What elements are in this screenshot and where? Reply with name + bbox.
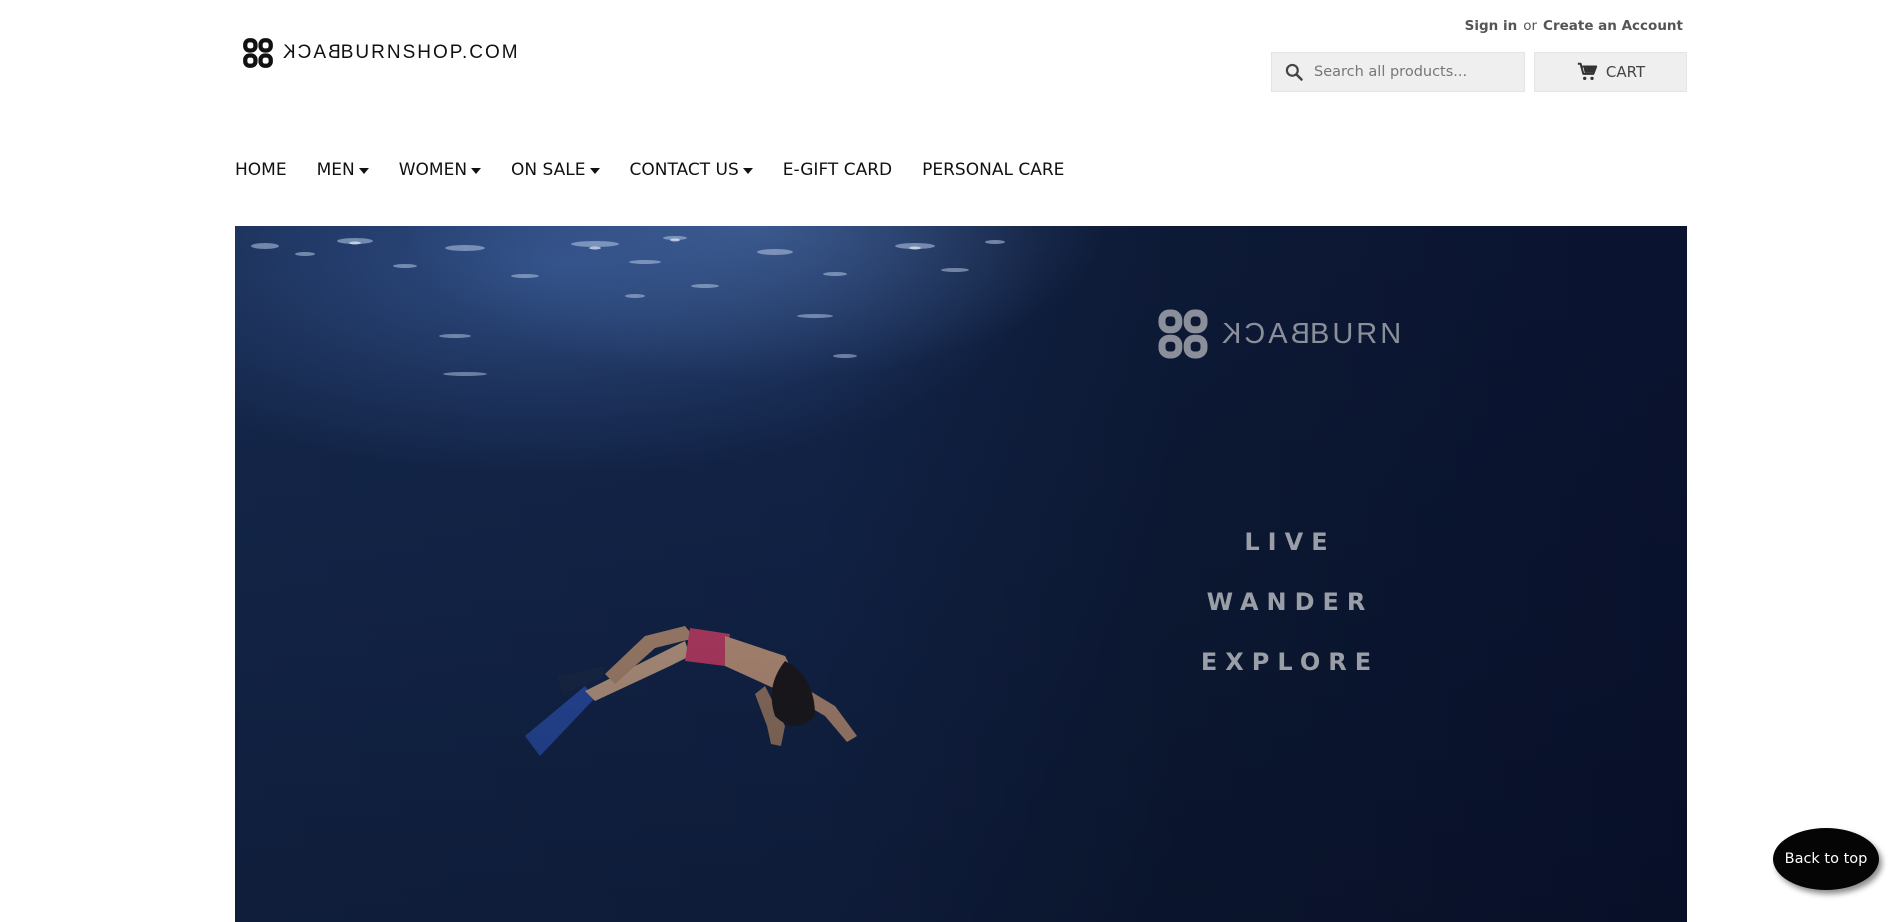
cart-button[interactable]: CART xyxy=(1534,52,1687,92)
caret-down-icon xyxy=(358,168,369,174)
logo-text-mirrored: BACK xyxy=(281,42,341,63)
logo-text-rest: BURNSHOP.COM xyxy=(340,42,520,63)
nav-item-men[interactable]: MEN xyxy=(317,160,369,180)
swimmer-illustration xyxy=(525,626,857,756)
hero-logo-text-mirrored: BACK xyxy=(1219,317,1310,350)
nav-item-label: WOMEN xyxy=(398,160,468,180)
caret-down-icon xyxy=(742,168,753,174)
water-surface-ripples xyxy=(251,236,1005,376)
hero-logo-text: BACKBURN xyxy=(1219,318,1404,351)
hero-logo: BACKBURN xyxy=(1155,306,1404,362)
logo-text: BACKBURNSHOP.COM xyxy=(281,42,520,64)
nav-item-label: PERSONAL CARE xyxy=(922,160,1065,180)
back-to-top-button[interactable]: Back to top xyxy=(1773,828,1879,890)
nav-item-women[interactable]: WOMEN xyxy=(398,160,482,180)
hero-tagline: LIVE WANDER EXPLORE xyxy=(1175,512,1405,692)
account-links: Sign in or Create an Account xyxy=(1465,18,1683,34)
or-text: or xyxy=(1523,18,1538,34)
nav-item-personal-care[interactable]: PERSONAL CARE xyxy=(922,160,1064,180)
sign-in-link[interactable]: Sign in xyxy=(1465,18,1518,34)
cart-label: CART xyxy=(1605,63,1646,81)
nav-item-home[interactable]: HOME xyxy=(235,160,287,180)
logo-mark-icon xyxy=(243,38,273,68)
tagline-line: LIVE xyxy=(1244,528,1336,556)
nav-item-e-gift-card[interactable]: E-GIFT CARD xyxy=(783,160,892,180)
search-input[interactable] xyxy=(1312,63,1516,81)
nav-item-label: CONTACT US xyxy=(629,160,739,180)
search-icon[interactable] xyxy=(1284,62,1304,82)
caret-down-icon xyxy=(589,168,600,174)
hero-banner[interactable]: BACKBURN LIVE WANDER EXPLORE xyxy=(235,226,1687,922)
caret-down-icon xyxy=(471,168,482,174)
tagline-line: WANDER xyxy=(1206,588,1374,616)
hero-logo-mark-icon xyxy=(1158,309,1208,359)
main-nav: HOME MEN WOMEN ON SALE CONTACT US E-GIFT… xyxy=(235,160,1094,180)
nav-item-label: HOME xyxy=(235,160,287,180)
site-logo[interactable]: BACKBURNSHOP.COM xyxy=(241,35,520,71)
search-box[interactable] xyxy=(1271,52,1525,92)
page: BACKBURNSHOP.COM Sign in or Create an Acco… xyxy=(0,0,1902,922)
nav-item-contact-us[interactable]: CONTACT US xyxy=(630,160,753,180)
nav-item-on-sale[interactable]: ON SALE xyxy=(511,160,600,180)
create-account-link[interactable]: Create an Account xyxy=(1543,18,1683,34)
tagline-line: EXPLORE xyxy=(1200,648,1380,676)
nav-item-label: MEN xyxy=(316,160,355,180)
hero-logo-text-rest: BURN xyxy=(1309,317,1405,350)
nav-item-label: ON SALE xyxy=(511,160,586,180)
nav-item-label: E-GIFT CARD xyxy=(782,160,893,180)
cart-icon xyxy=(1577,62,1598,81)
